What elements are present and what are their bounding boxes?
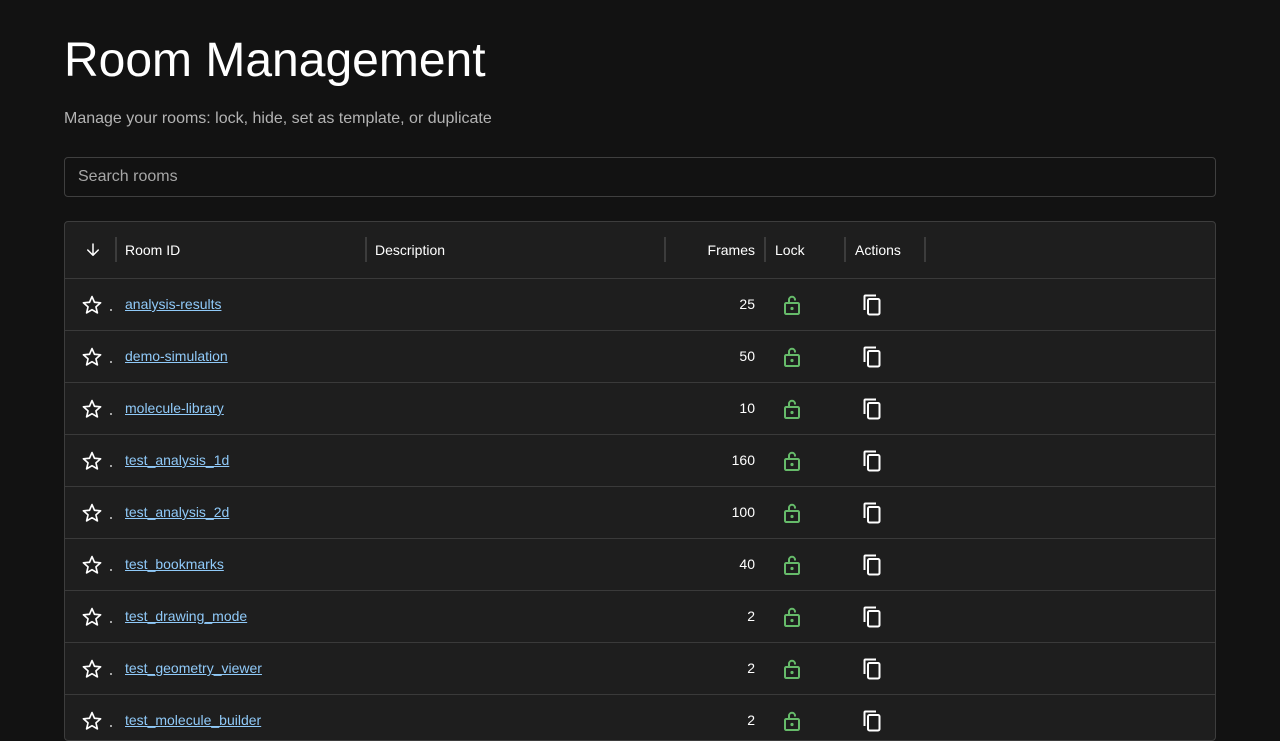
content-copy-icon[interactable] [860, 657, 884, 681]
column-separator[interactable] [764, 237, 766, 262]
star-outline-icon[interactable] [81, 398, 103, 420]
column-header-description[interactable]: Description [375, 222, 445, 278]
row-drag-dot [110, 309, 112, 311]
lock-open-icon[interactable] [780, 397, 804, 421]
table-header: Room ID Description Frames Lock Actions [65, 222, 1215, 279]
frames-value: 10 [739, 400, 755, 416]
star-outline-icon[interactable] [81, 606, 103, 628]
lock-open-icon[interactable] [780, 605, 804, 629]
table-row: molecule-library 10 [65, 383, 1215, 435]
lock-open-icon[interactable] [780, 293, 804, 317]
room-id-link[interactable]: test_analysis_2d [125, 487, 229, 538]
row-drag-dot [110, 725, 112, 727]
table-row: test_geometry_viewer 2 [65, 643, 1215, 695]
row-drag-dot [110, 413, 112, 415]
star-outline-icon[interactable] [81, 346, 103, 368]
column-separator[interactable] [844, 237, 846, 262]
column-separator[interactable] [115, 237, 117, 262]
row-drag-dot [110, 673, 112, 675]
frames-value: 40 [739, 556, 755, 572]
content-copy-icon[interactable] [860, 605, 884, 629]
table-row: test_analysis_2d 100 [65, 487, 1215, 539]
column-header-actions[interactable]: Actions [855, 222, 901, 278]
lock-open-icon[interactable] [780, 553, 804, 577]
content-copy-icon[interactable] [860, 501, 884, 525]
room-id-link[interactable]: test_bookmarks [125, 539, 224, 590]
room-id-link[interactable]: test_analysis_1d [125, 435, 229, 486]
table-body: analysis-results 25 demo-simulation 50 m… [65, 279, 1215, 740]
lock-open-icon[interactable] [780, 501, 804, 525]
room-id-link[interactable]: demo-simulation [125, 331, 228, 382]
room-id-link[interactable]: test_drawing_mode [125, 591, 247, 642]
frames-value: 100 [731, 504, 755, 520]
star-outline-icon[interactable] [81, 710, 103, 732]
column-header-frames[interactable]: Frames [708, 222, 755, 278]
table-row: analysis-results 25 [65, 279, 1215, 331]
room-id-link[interactable]: test_geometry_viewer [125, 643, 262, 694]
arrow-down-icon[interactable] [84, 241, 102, 259]
room-id-link[interactable]: molecule-library [125, 383, 224, 434]
table-row: test_analysis_1d 160 [65, 435, 1215, 487]
table-row: demo-simulation 50 [65, 331, 1215, 383]
table-row: test_drawing_mode 2 [65, 591, 1215, 643]
content-copy-icon[interactable] [860, 709, 884, 733]
column-separator[interactable] [924, 237, 926, 262]
star-outline-icon[interactable] [81, 658, 103, 680]
column-separator[interactable] [365, 237, 367, 262]
row-drag-dot [110, 569, 112, 571]
column-header-lock[interactable]: Lock [775, 222, 805, 278]
column-separator[interactable] [664, 237, 666, 262]
search-input[interactable] [64, 157, 1216, 197]
star-outline-icon[interactable] [81, 450, 103, 472]
content-copy-icon[interactable] [860, 293, 884, 317]
room-id-link[interactable]: analysis-results [125, 279, 221, 330]
content-copy-icon[interactable] [860, 553, 884, 577]
content-copy-icon[interactable] [860, 345, 884, 369]
star-outline-icon[interactable] [81, 554, 103, 576]
table-row: test_molecule_builder 2 [65, 695, 1215, 740]
column-header-room-id[interactable]: Room ID [125, 222, 180, 278]
row-drag-dot [110, 361, 112, 363]
frames-value: 2 [747, 712, 755, 728]
row-drag-dot [110, 517, 112, 519]
frames-value: 160 [731, 452, 755, 468]
star-outline-icon[interactable] [81, 502, 103, 524]
lock-open-icon[interactable] [780, 345, 804, 369]
frames-value: 50 [739, 348, 755, 364]
row-drag-dot [110, 621, 112, 623]
content-copy-icon[interactable] [860, 449, 884, 473]
lock-open-icon[interactable] [780, 449, 804, 473]
content-copy-icon[interactable] [860, 397, 884, 421]
lock-open-icon[interactable] [780, 657, 804, 681]
page-title: Room Management [64, 34, 486, 87]
frames-value: 2 [747, 608, 755, 624]
room-id-link[interactable]: test_molecule_builder [125, 695, 261, 740]
row-drag-dot [110, 465, 112, 467]
table-row: test_bookmarks 40 [65, 539, 1215, 591]
frames-value: 2 [747, 660, 755, 676]
page-subtitle: Manage your rooms: lock, hide, set as te… [64, 110, 492, 127]
frames-value: 25 [739, 296, 755, 312]
star-outline-icon[interactable] [81, 294, 103, 316]
lock-open-icon[interactable] [780, 709, 804, 733]
rooms-table: Room ID Description Frames Lock Actions … [64, 221, 1216, 741]
